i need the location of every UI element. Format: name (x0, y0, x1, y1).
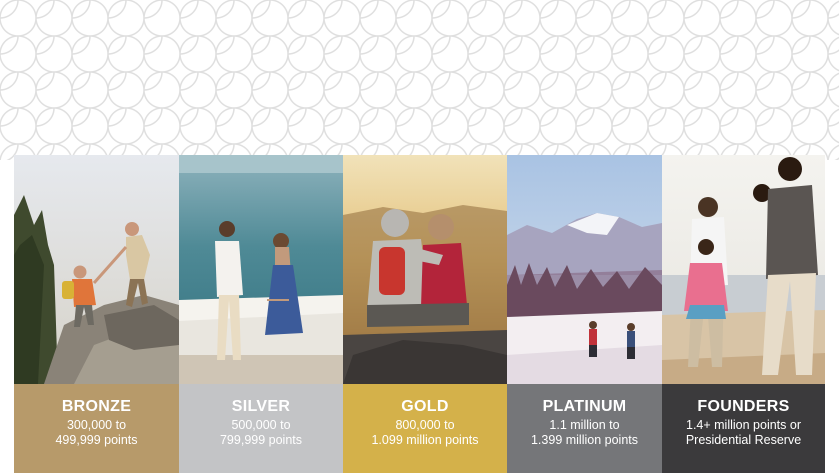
tier-platinum-label: PLATINUM 1.1 million to 1.399 million po… (507, 384, 662, 473)
tier-founders: FOUNDERS 1.4+ million points or Presiden… (662, 155, 825, 473)
tier-gold: GOLD 800,000 to 1.099 million points (343, 155, 507, 473)
membership-tiers: BRONZE 300,000 to 499,999 points SILVER … (14, 155, 825, 473)
tier-points-range-line2: Presidential Reserve (685, 433, 802, 447)
tier-silver: SILVER 500,000 to 799,999 points (179, 155, 343, 473)
tier-points-range-line2: 799,999 points (219, 433, 302, 447)
tier-points-range-line1: 1.4+ million points or (686, 418, 801, 432)
tier-silver-label: SILVER 500,000 to 799,999 points (179, 384, 343, 473)
hikers-on-rocks-photo (14, 155, 179, 384)
tier-gold-label: GOLD 800,000 to 1.099 million points (343, 384, 507, 473)
tier-points-range-line2: 1.399 million points (530, 433, 638, 447)
tier-platinum: PLATINUM 1.1 million to 1.399 million po… (507, 155, 662, 473)
tier-bronze-label: BRONZE 300,000 to 499,999 points (14, 384, 179, 473)
family-on-beach-photo (662, 155, 825, 384)
skiers-in-snow-photo (507, 155, 662, 384)
tier-points-range-line1: 300,000 to (66, 418, 127, 432)
tier-name: FOUNDERS (697, 398, 790, 415)
couple-by-sea-photo (179, 155, 343, 384)
tier-founders-label: FOUNDERS 1.4+ million points or Presiden… (662, 384, 825, 473)
couple-at-sunset-photo (343, 155, 507, 384)
tier-name: PLATINUM (542, 398, 627, 415)
tier-points-range-line1: 800,000 to (395, 418, 455, 432)
decorative-pattern-header (0, 0, 839, 160)
tier-name: BRONZE (61, 398, 132, 415)
tier-points-range-line2: 1.099 million points (371, 433, 479, 447)
tier-bronze: BRONZE 300,000 to 499,999 points (14, 155, 179, 473)
tier-points-range-line1: 1.1 million to (549, 418, 620, 432)
tier-name: GOLD (401, 398, 449, 415)
tier-name: SILVER (231, 398, 291, 415)
tier-points-range-line1: 500,000 to (231, 418, 291, 432)
tier-points-range-line2: 499,999 points (55, 433, 138, 447)
